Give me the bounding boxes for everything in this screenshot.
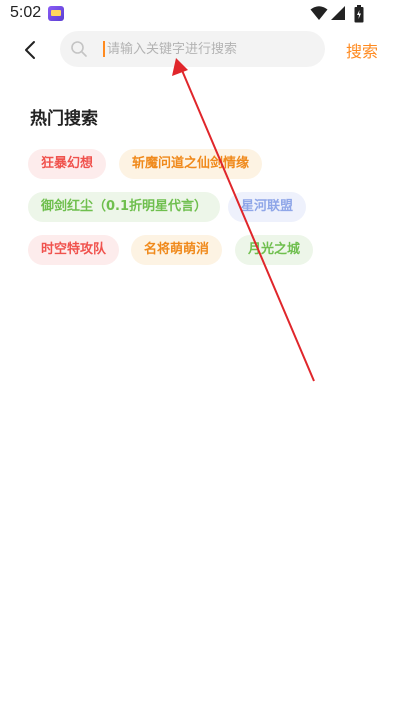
text-caret	[103, 41, 105, 57]
back-button[interactable]	[16, 36, 44, 64]
signal-icon	[331, 6, 345, 20]
hot-tag-yujian-hongchen[interactable]: 御剑红尘（0.1折明星代言）	[28, 192, 221, 222]
search-icon	[71, 41, 87, 57]
search-button[interactable]: 搜索	[346, 38, 378, 62]
hot-search-title: 热门搜索	[30, 109, 98, 129]
status-time: 5:02	[10, 4, 42, 21]
hot-tag-shikong-tegongdui[interactable]: 时空特攻队	[28, 235, 120, 265]
hot-tag-xinghe-lianmeng[interactable]: 星河联盟	[228, 192, 307, 222]
wifi-icon	[310, 6, 328, 20]
hot-tag-yueguang-zhicheng[interactable]: 月光之城	[235, 235, 314, 265]
search-header: 搜索	[0, 30, 400, 70]
chevron-left-icon	[25, 41, 35, 59]
hot-tag-mingjiang-mengmengxiao[interactable]: 名将萌萌消	[131, 235, 223, 265]
status-bar: 5:02	[0, 0, 400, 28]
app-notification-icon	[48, 6, 64, 21]
search-input[interactable]	[107, 31, 307, 67]
status-icons	[310, 5, 370, 23]
search-box[interactable]	[60, 31, 325, 67]
hot-tag-zhanmo-wendao[interactable]: 斩魔问道之仙剑情缘	[119, 149, 263, 179]
hot-tag-kuangbao-huanxiang[interactable]: 狂暴幻想	[28, 149, 107, 179]
battery-icon	[354, 5, 364, 23]
